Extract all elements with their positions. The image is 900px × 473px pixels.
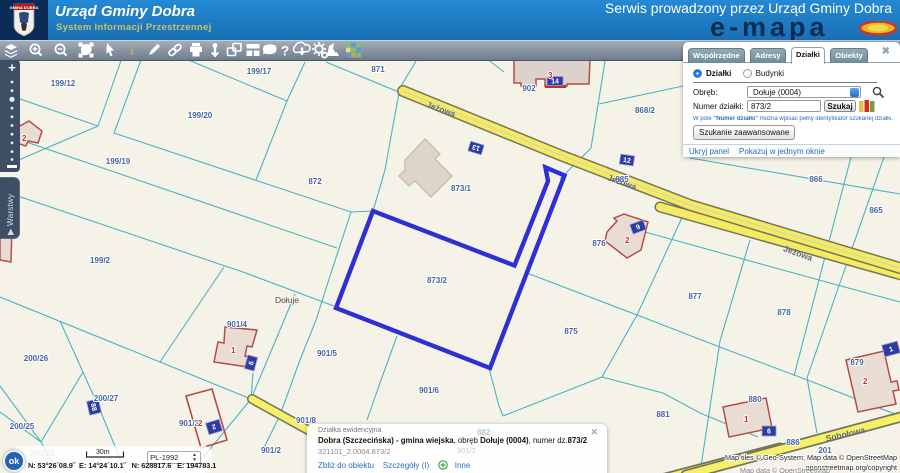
svg-text:902: 902 (522, 84, 536, 93)
svg-text:872: 872 (308, 177, 322, 186)
svg-text:901/3: 901/3 (179, 419, 200, 428)
svg-text:2: 2 (198, 419, 203, 428)
svg-text:879: 879 (850, 358, 864, 367)
svg-text:875: 875 (564, 327, 578, 336)
svg-text:GMINA DOBRA: GMINA DOBRA (10, 5, 39, 10)
svg-text:Map tiles © Geo-System; Map da: Map tiles © Geo-System; Map data © OpenS… (725, 453, 897, 462)
svg-text:901/6: 901/6 (419, 386, 440, 395)
svg-text:873/1: 873/1 (451, 184, 472, 193)
svg-text:?: ? (281, 43, 290, 59)
svg-text:871: 871 (371, 65, 385, 74)
svg-text:878: 878 (777, 308, 791, 317)
svg-text:199/12: 199/12 (51, 79, 76, 88)
svg-text:901/5: 901/5 (317, 349, 338, 358)
svg-text:886: 886 (786, 438, 800, 447)
svg-text:2: 2 (22, 134, 27, 143)
svg-text:+: + (8, 60, 16, 75)
svg-text:881: 881 (656, 410, 670, 419)
svg-text:865: 865 (869, 206, 883, 215)
svg-text:200/26: 200/26 (24, 354, 49, 363)
svg-text:Map data © OpenStreetMap: Map data © OpenStreetMap (740, 466, 830, 473)
svg-text:868/2: 868/2 (635, 106, 656, 115)
svg-text:876: 876 (592, 239, 606, 248)
svg-text:12: 12 (623, 157, 632, 165)
svg-text:866: 866 (809, 175, 823, 184)
svg-text:873/2: 873/2 (427, 276, 448, 285)
svg-text:901/4: 901/4 (227, 320, 248, 329)
svg-text:6: 6 (767, 429, 771, 436)
svg-text:i: i (130, 43, 134, 58)
svg-text:30m: 30m (96, 449, 110, 456)
svg-text:2: 2 (625, 236, 630, 245)
svg-text:199/17: 199/17 (247, 67, 272, 76)
svg-text:199/2: 199/2 (90, 256, 111, 265)
svg-text:3: 3 (548, 71, 553, 80)
svg-text:877: 877 (688, 292, 702, 301)
svg-text:199/19: 199/19 (106, 157, 131, 166)
svg-text:901/2: 901/2 (261, 446, 282, 455)
svg-text:2: 2 (863, 377, 868, 386)
svg-text:880: 880 (748, 395, 762, 404)
svg-text:1: 1 (744, 415, 749, 424)
svg-text:200/27: 200/27 (94, 394, 119, 403)
svg-text:199/20: 199/20 (188, 111, 213, 120)
svg-text:1: 1 (231, 346, 236, 355)
svg-text:200/25: 200/25 (10, 422, 35, 431)
svg-text:Dołuje: Dołuje (275, 295, 299, 305)
